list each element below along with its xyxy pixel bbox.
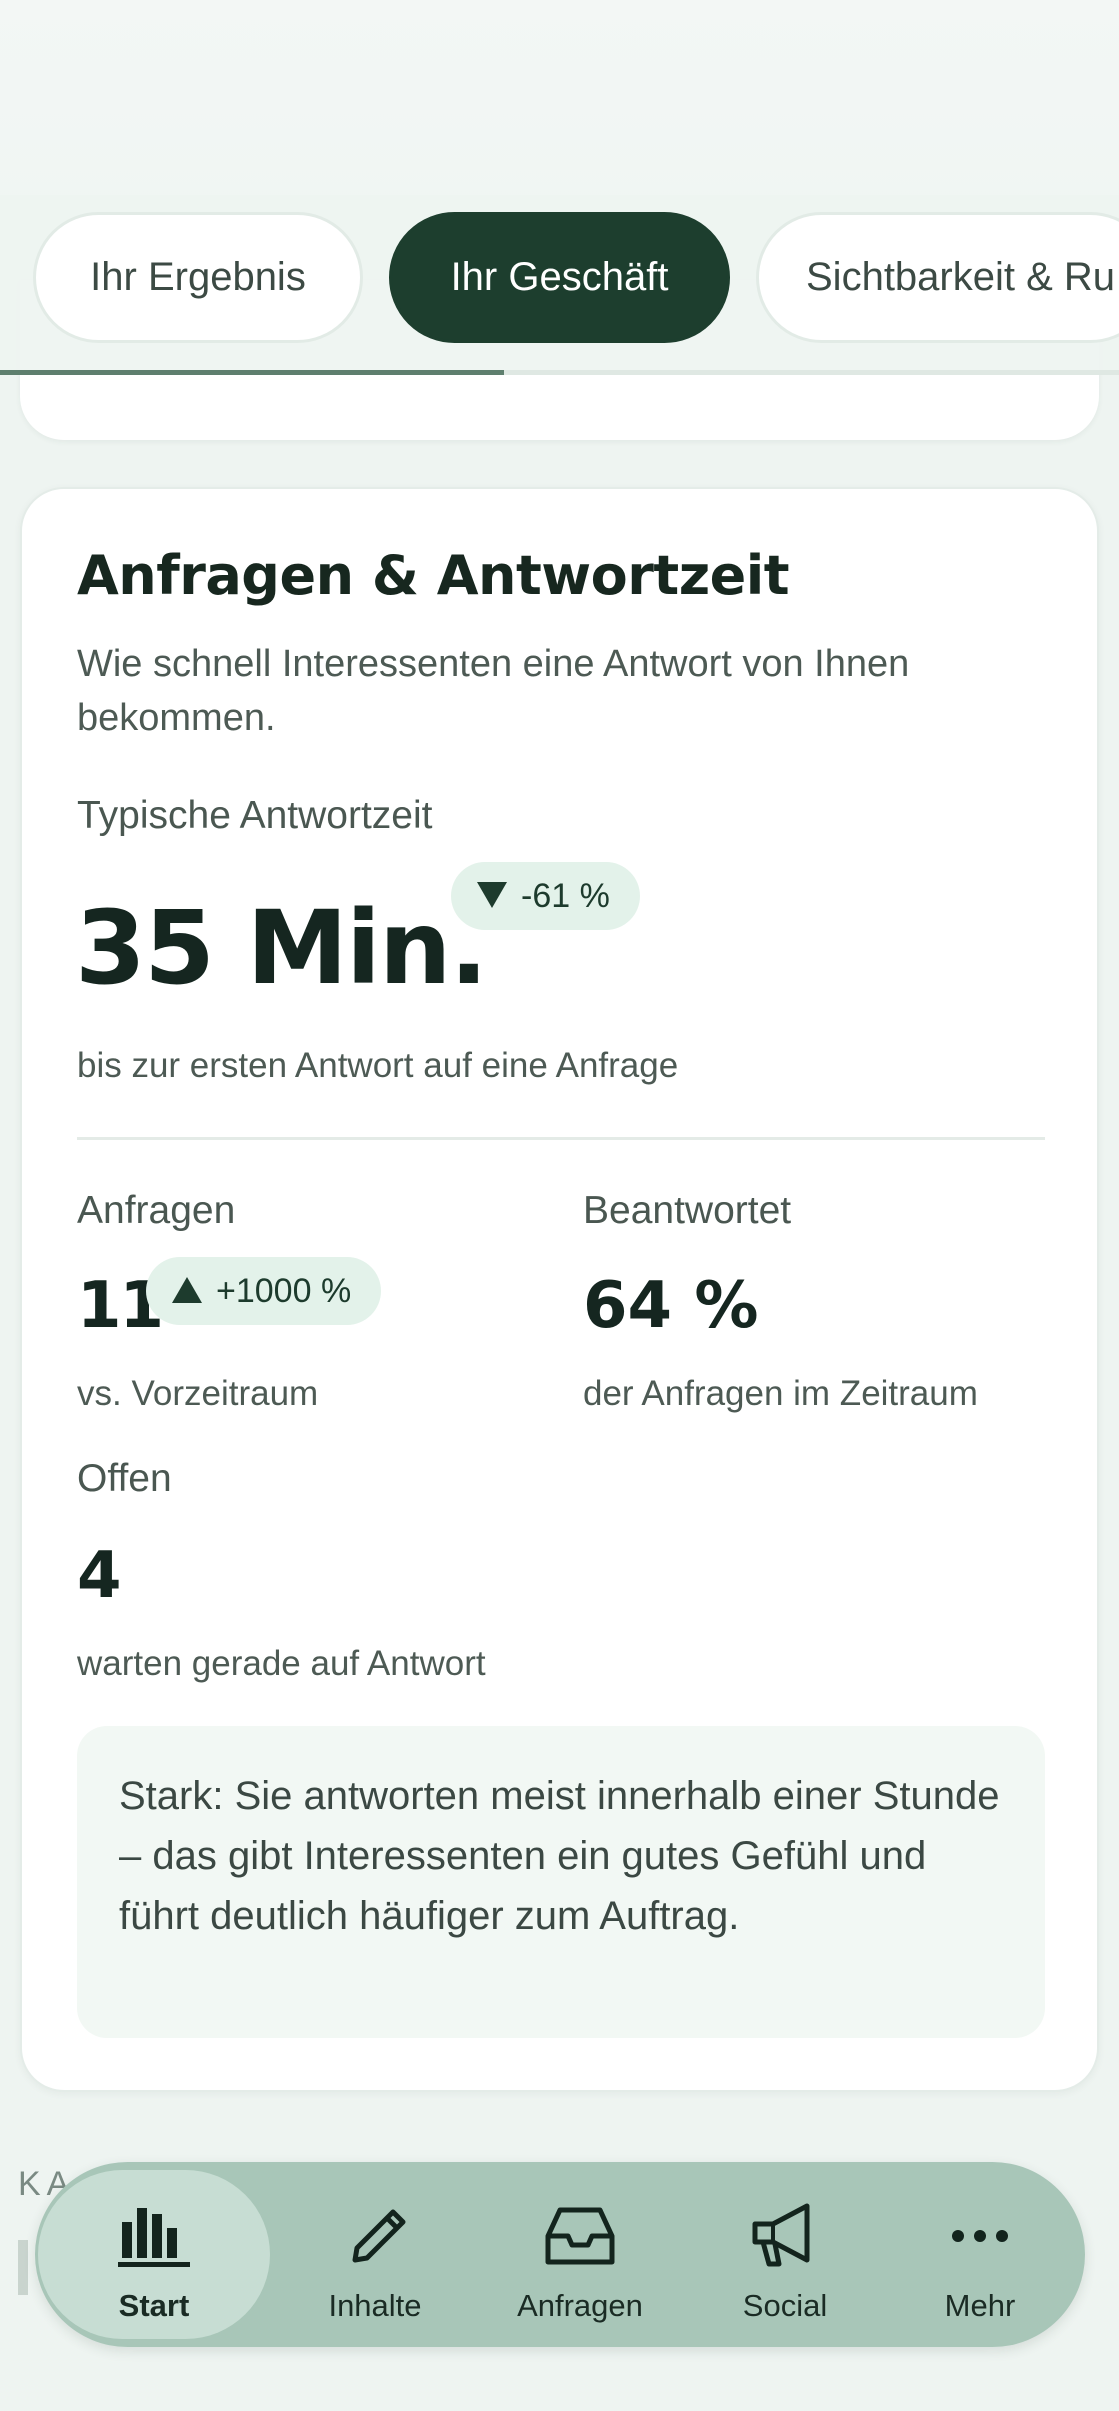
bar-chart-icon <box>118 2208 190 2267</box>
megaphone-icon <box>752 2203 810 2267</box>
nav-social-label: Social <box>742 2288 828 2323</box>
section-content-partial <box>18 2240 28 2295</box>
nav-social[interactable]: Social <box>685 2170 885 2339</box>
insight-note: Stark: Sie antworten meist innerhalb ein… <box>77 1726 1045 2038</box>
tab-sichtbarkeit[interactable]: Sichtbarkeit & Ru <box>756 212 1119 343</box>
requests-label: Anfragen <box>77 1189 236 1232</box>
response-change-badge: -61 % <box>451 862 640 930</box>
more-dots-icon <box>952 2230 1008 2242</box>
pencil-icon <box>352 2209 406 2263</box>
card-title: Anfragen & Antwortzeit <box>77 544 790 607</box>
response-time-caption: bis zur ersten Antwort auf eine Anfrage <box>77 1046 679 1085</box>
tabs-scroll-progress <box>0 370 504 375</box>
requests-change-badge: +1000 % <box>146 1257 382 1325</box>
nav-start[interactable]: Start <box>38 2170 270 2339</box>
answered-value: 64 % <box>583 1269 759 1343</box>
response-time-label: Typische Antwortzeit <box>77 794 433 837</box>
response-change-value: -61 % <box>521 877 610 915</box>
open-caption: warten gerade auf Antwort <box>77 1644 486 1683</box>
section-tabs: Ihr Ergebnis Ihr Geschäft Sichtbarkeit &… <box>0 195 1119 375</box>
nav-mehr[interactable]: Mehr <box>880 2170 1080 2339</box>
nav-anfragen-label: Anfragen <box>517 2288 643 2323</box>
answered-label: Beantwortet <box>583 1189 792 1232</box>
answered-caption: der Anfragen im Zeitraum <box>583 1374 978 1413</box>
inbox-icon <box>545 2207 615 2265</box>
nav-inhalte[interactable]: Inhalte <box>275 2170 475 2339</box>
requests-change-value: +1000 % <box>216 1272 352 1310</box>
response-time-value: 35 Min. <box>75 889 488 1008</box>
requests-card: Anfragen & Antwortzeit Wie schnell Inter… <box>20 487 1099 2092</box>
nav-inhalte-label: Inhalte <box>328 2288 422 2323</box>
tabs-scroll-track <box>0 370 1119 375</box>
card-subtitle: Wie schnell Interessenten eine Antwort v… <box>77 643 910 739</box>
nav-mehr-label: Mehr <box>944 2288 1016 2323</box>
bottom-navigation: Start Inhalte Anfragen Social Mehr <box>35 2162 1085 2347</box>
nav-start-label: Start <box>118 2288 190 2323</box>
open-label: Offen <box>77 1457 172 1500</box>
trend-up-icon <box>172 1277 202 1304</box>
open-value: 4 <box>77 1539 122 1613</box>
requests-caption: vs. Vorzeitraum <box>77 1374 319 1413</box>
tab-ihr-geschaeft[interactable]: Ihr Geschäft <box>389 212 730 343</box>
tab-ihr-ergebnis[interactable]: Ihr Ergebnis <box>33 212 363 343</box>
nav-anfragen[interactable]: Anfragen <box>480 2170 680 2339</box>
screen: Ihr Ergebnis Ihr Geschäft Sichtbarkeit &… <box>0 0 1119 2411</box>
trend-down-icon <box>477 882 507 909</box>
divider <box>77 1137 1045 1140</box>
